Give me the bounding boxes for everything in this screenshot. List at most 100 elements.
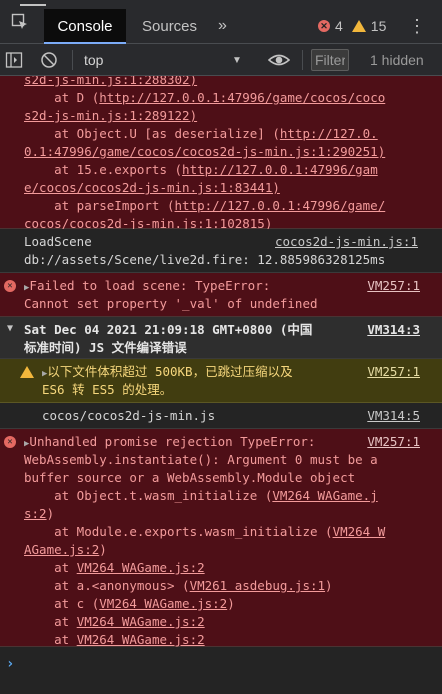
stack-text: at 15.e.exports ( <box>24 162 183 177</box>
toolbar-divider <box>302 50 303 70</box>
warning-text: 以下文件体积超过 500KB，已跳过压缩以及 <box>47 364 293 379</box>
stack-line: at Module.e.exports.wasm_initialize (VM2… <box>24 523 442 541</box>
more-tabs-button[interactable]: » <box>218 9 227 43</box>
stack-link[interactable]: 0.1:47996/game/cocos/cocos2d-js-min.js:1… <box>24 144 385 159</box>
filter-input[interactable] <box>311 49 349 71</box>
stack-link[interactable]: http://127.0.0.1:47996/gam <box>182 162 378 177</box>
warning-count: 15 <box>370 18 387 34</box>
stack-line: e/cocos/cocos2d-js-min.js:1:83441) <box>24 179 442 197</box>
stack-text: at <box>24 560 77 575</box>
stack-text: at parseImport ( <box>24 198 175 213</box>
stack-line: at a.<anonymous> (VM261 asdebug.js:1) <box>24 577 442 595</box>
clear-console-icon <box>41 52 57 68</box>
stack-text: at D ( <box>24 90 100 105</box>
source-link[interactable]: VM257:1 <box>367 277 420 295</box>
context-selector[interactable]: top <box>84 44 103 76</box>
stack-text: at Module.e.exports.wasm_initialize ( <box>24 524 333 539</box>
stack-link[interactable]: VM261 asdebug.js:1 <box>190 578 325 593</box>
source-link[interactable]: cocos2d-js-min.js:1 <box>275 233 418 251</box>
source-link[interactable]: VM257:1 <box>367 433 420 451</box>
stack-link[interactable]: VM264 WAGame.js:2 <box>77 560 205 575</box>
toolbar-divider <box>72 50 73 70</box>
tab-console[interactable]: Console <box>44 9 126 44</box>
stack-text: at <box>24 632 77 647</box>
stack-link[interactable]: s2d-js-min.js:1:288302) <box>24 76 197 87</box>
stack-link[interactable]: VM264 WAGame.js:2 <box>77 632 205 647</box>
console-messages: s2d-js-min.js:1:288302) at D (http://127… <box>0 76 442 694</box>
group-text: Sat Dec 04 2021 21:09:18 GMT+0800 (中国 <box>24 322 313 337</box>
warning-line: ES6 转 ES5 的处理。 <box>42 381 442 399</box>
console-warning-message: ▶以下文件体积超过 500KB，已跳过压缩以及 VM257:1 ES6 转 ES5… <box>0 359 442 403</box>
stack-text: at a.<anonymous> ( <box>24 578 190 593</box>
sidebar-icon <box>5 52 23 68</box>
inspect-cursor-icon <box>11 13 27 29</box>
issue-counts-button[interactable]: ✕ 4 15 <box>318 9 386 43</box>
error-icon: ✕ <box>4 280 16 292</box>
active-indicator <box>20 4 46 6</box>
error-line: WebAssembly.instantiate(): Argument 0 mu… <box>24 451 442 469</box>
error-text: Failed to load scene: TypeError: <box>29 278 271 293</box>
stack-text: ) <box>46 506 55 521</box>
source-link[interactable]: VM314:3 <box>367 321 420 339</box>
stack-link[interactable]: e/cocos/cocos2d-js-min.js:1:83441) <box>24 180 280 195</box>
stack-line: s2d-js-min.js:1:289122) <box>24 107 442 125</box>
log-text: db://assets/Scene/live2d.fire: 12.885986… <box>24 252 386 267</box>
stack-line: at VM264 WAGame.js:2 <box>24 559 442 577</box>
stack-link[interactable]: http://127.0.0.1:47996/game/cocos/coco <box>99 90 385 105</box>
source-link[interactable]: VM257:1 <box>367 363 420 381</box>
stack-link[interactable]: s:2 <box>24 506 47 521</box>
error-line: ▶Unhandled promise rejection TypeError: V… <box>24 433 442 451</box>
stack-line: at Object.U [as deserialize] (http://127… <box>24 125 442 143</box>
log-line: db://assets/Scene/live2d.fire: 12.885986… <box>24 251 442 269</box>
console-toolbar: top ▼ 1 hidden <box>0 44 442 76</box>
error-text: WebAssembly.instantiate(): Argument 0 mu… <box>24 452 378 467</box>
stack-line: at VM264 WAGame.js:2 <box>24 613 442 631</box>
console-group-header[interactable]: ▼ Sat Dec 04 2021 21:09:18 GMT+0800 (中国 V… <box>0 317 442 359</box>
error-line: ▶Failed to load scene: TypeError: VM257:1 <box>24 277 442 295</box>
stack-link[interactable]: VM264 WAGame.js:2 <box>77 614 205 629</box>
stack-line: at Object.t.wasm_initialize (VM264 WAGam… <box>24 487 442 505</box>
log-line: cocos/cocos2d-js-min.js VM314:5 <box>42 407 442 425</box>
tab-sources-label: Sources <box>142 17 198 35</box>
console-error-message: ✕ ▶Failed to load scene: TypeError: VM257… <box>0 273 442 317</box>
error-icon: ✕ <box>318 20 330 32</box>
source-link[interactable]: VM314:5 <box>367 407 420 425</box>
stack-line: at D (http://127.0.0.1:47996/game/cocos/… <box>24 89 442 107</box>
stack-link[interactable]: VM264 WAGame.js:2 <box>99 596 227 611</box>
stack-line: at 15.e.exports (http://127.0.0.1:47996/… <box>24 161 442 179</box>
more-options-icon[interactable]: ⋮ <box>408 9 426 43</box>
log-text: LoadScene <box>24 234 92 249</box>
hidden-messages-count: 1 hidden <box>370 52 424 68</box>
stack-link[interactable]: s2d-js-min.js:1:289122) <box>24 108 197 123</box>
stack-link[interactable]: VM264 WAGame.j <box>272 488 377 503</box>
stack-line: AGame.js:2) <box>24 541 442 559</box>
collapse-triangle-icon[interactable]: ▼ <box>7 323 13 334</box>
context-label: top <box>84 52 104 68</box>
prompt-caret-icon: › <box>6 656 15 672</box>
console-prompt[interactable]: › <box>0 650 442 694</box>
warning-line: ▶以下文件体积超过 500KB，已跳过压缩以及 VM257:1 <box>42 363 442 381</box>
eye-icon <box>267 54 291 66</box>
chevron-double-right-icon: » <box>218 17 227 34</box>
stack-line: s2d-js-min.js:1:288302) <box>24 76 442 89</box>
stack-link[interactable]: VM264 W <box>333 524 386 539</box>
devtools-tab-bar: Console Sources » ✕ 4 15 ⋮ <box>0 0 442 44</box>
tab-console-label: Console <box>57 17 113 35</box>
inspect-element-button[interactable] <box>0 0 40 44</box>
error-text: Unhandled promise rejection TypeError: <box>29 434 316 449</box>
sidebar-toggle-button[interactable] <box>5 51 23 72</box>
stack-line: at c (VM264 WAGame.js:2) <box>24 595 442 613</box>
clear-console-button[interactable] <box>40 51 58 72</box>
tab-sources[interactable]: Sources <box>142 9 197 43</box>
error-text: Cannot set property '_val' of undefined <box>24 296 318 311</box>
stack-link[interactable]: AGame.js:2 <box>24 542 99 557</box>
live-expression-button[interactable] <box>267 50 291 73</box>
stack-text: at c ( <box>24 596 100 611</box>
stack-text: at Object.U [as deserialize] ( <box>24 126 280 141</box>
stack-link[interactable]: http://127.0. <box>280 126 378 141</box>
dropdown-arrow-icon[interactable]: ▼ <box>232 44 242 76</box>
stack-text: at <box>24 614 77 629</box>
stack-line: at VM264 WAGame.js:2 <box>24 631 442 649</box>
stack-link[interactable]: http://127.0.0.1:47996/game/ <box>175 198 386 213</box>
error-line: buffer source or a WebAssembly.Module ob… <box>24 469 442 487</box>
